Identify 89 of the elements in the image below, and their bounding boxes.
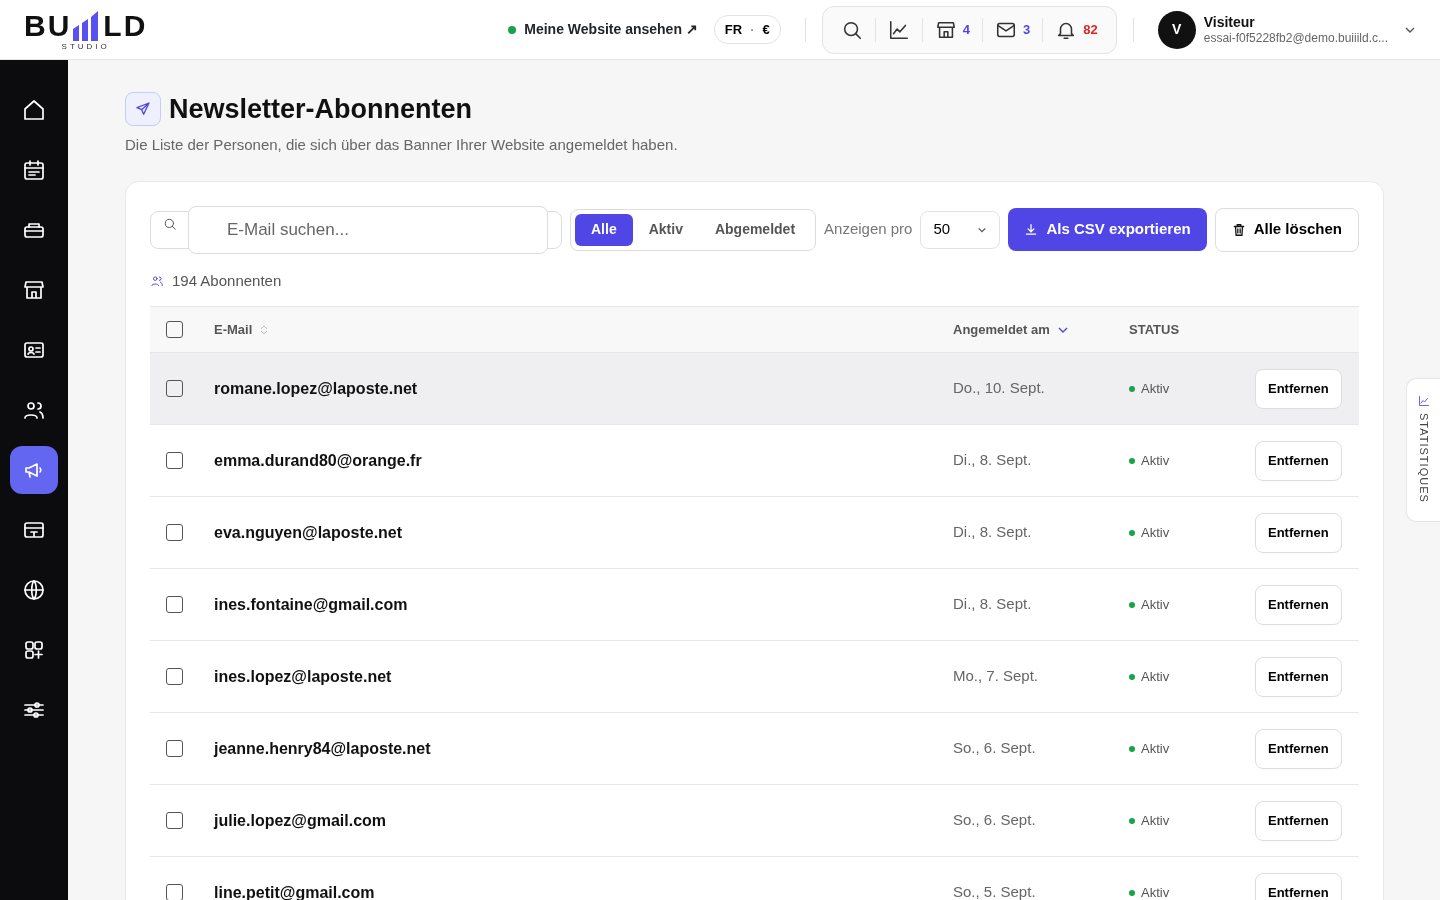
date-cell-text: So., 5. Sept. bbox=[953, 882, 1037, 900]
date-cell-text: Do., 10. Sept. bbox=[953, 378, 1046, 399]
delete-all-button[interactable]: Alle löschen bbox=[1214, 207, 1360, 252]
status-dot bbox=[1129, 745, 1135, 752]
filter-tab[interactable]: Aktiv bbox=[632, 213, 699, 246]
per-page-label: Anzeigen pro bbox=[824, 219, 913, 240]
email-cell-text: line.petit@gmail.com bbox=[213, 882, 376, 900]
remove-button[interactable]: Entfernen bbox=[1255, 656, 1342, 697]
logo-text: BU bbox=[24, 10, 72, 41]
sort-desc-icon[interactable] bbox=[1057, 325, 1068, 334]
row-checkbox[interactable] bbox=[166, 524, 183, 541]
chart-icon bbox=[887, 18, 910, 41]
statistics-tab[interactable]: STATISTIQUES bbox=[1406, 378, 1440, 522]
store-icon bbox=[22, 278, 46, 302]
date-cell-text: Mo., 7. Sept. bbox=[953, 666, 1040, 687]
email-cell-text: ines.fontaine@gmail.com bbox=[213, 594, 409, 615]
row-checkbox[interactable] bbox=[166, 740, 183, 757]
users-icon bbox=[150, 273, 164, 288]
row-checkbox[interactable] bbox=[166, 452, 183, 469]
paper-plane-icon bbox=[125, 92, 161, 126]
status-dot bbox=[1129, 385, 1135, 392]
status-dot bbox=[1129, 673, 1135, 680]
user-email: essai-f0f5228fb2@demo.buiiild.c... bbox=[1203, 30, 1388, 46]
remove-button[interactable]: Entfernen bbox=[1255, 728, 1342, 769]
status-text: Aktiv bbox=[1141, 379, 1170, 398]
status-text: Aktiv bbox=[1141, 811, 1170, 830]
filter-tab[interactable]: Alle bbox=[575, 213, 633, 246]
status-dot bbox=[1129, 529, 1135, 536]
subscriber-count: 194 Abonnenten bbox=[172, 270, 282, 291]
row-checkbox[interactable] bbox=[166, 596, 183, 613]
remove-button[interactable]: Entfernen bbox=[1255, 512, 1342, 553]
remove-button[interactable]: Entfernen bbox=[1255, 368, 1342, 409]
remove-button[interactable]: Entfernen bbox=[1255, 872, 1342, 900]
filter-tab[interactable]: Abgemeldet bbox=[698, 213, 812, 246]
email-cell-text: emma.durand80@orange.fr bbox=[213, 450, 423, 471]
chart-icon bbox=[1417, 395, 1430, 407]
remove-button[interactable]: Entfernen bbox=[1255, 440, 1342, 481]
user-avatar: V bbox=[1157, 10, 1196, 49]
email-cell-text: julie.lopez@gmail.com bbox=[212, 810, 388, 831]
search-icon bbox=[163, 216, 177, 231]
logo-subtitle: STUDIO bbox=[61, 40, 110, 53]
status-text: Aktiv bbox=[1141, 451, 1170, 470]
date-cell-text: Di., 8. Sept. bbox=[953, 450, 1033, 471]
store-button[interactable]: 4 bbox=[922, 17, 983, 42]
email-cell-text: eva.nguyen@laposte.net bbox=[213, 522, 404, 543]
logo-text: LD bbox=[103, 10, 148, 41]
email-cell-text: romane.lopez@laposte.net bbox=[213, 378, 419, 399]
date-cell-text: Di., 8. Sept. bbox=[953, 522, 1033, 543]
column-header: E-Mail bbox=[214, 320, 253, 339]
column-header: Angemeldet am bbox=[953, 320, 1050, 339]
remove-button[interactable]: Entfernen bbox=[1255, 800, 1342, 841]
status-dot bbox=[1129, 817, 1135, 824]
apps-icon bbox=[22, 638, 46, 662]
date-cell-text: So., 6. Sept. bbox=[953, 738, 1037, 759]
calendar-icon bbox=[22, 158, 46, 182]
status-text: Aktiv bbox=[1141, 883, 1170, 900]
status-dot bbox=[508, 25, 517, 34]
column-header: STATUS bbox=[1129, 320, 1181, 339]
bell-button[interactable]: 82 bbox=[1043, 17, 1110, 42]
email-cell-text: ines.lopez@laposte.net bbox=[213, 666, 393, 687]
trash-icon bbox=[1231, 222, 1246, 237]
mail-button[interactable]: 3 bbox=[983, 17, 1044, 42]
status-text: Aktiv bbox=[1141, 595, 1170, 614]
export-button[interactable]: Als CSV exportieren bbox=[1008, 208, 1207, 251]
row-checkbox[interactable] bbox=[166, 668, 183, 685]
status-text: Aktiv bbox=[1141, 523, 1170, 542]
status-text: Aktiv bbox=[1141, 739, 1170, 758]
email-cell-text: jeanne.henry84@laposte.net bbox=[212, 738, 432, 759]
date-cell-text: Di., 8. Sept. bbox=[953, 594, 1033, 615]
status-dot bbox=[1129, 889, 1135, 896]
select-all-checkbox[interactable] bbox=[166, 321, 183, 338]
page-subtitle: Die Liste der Personen, die sich über das Banner Ihrer Website angemeldet haben. bbox=[125, 135, 679, 155]
locale-button[interactable]: FR · € bbox=[713, 14, 781, 45]
row-checkbox[interactable] bbox=[166, 812, 183, 829]
sidebar-item[interactable] bbox=[10, 446, 58, 494]
status-dot bbox=[1129, 457, 1135, 464]
site-link[interactable]: Meine Website ansehen ↗ bbox=[508, 19, 698, 40]
date-cell-text: So., 6. Sept. bbox=[953, 810, 1037, 831]
home-icon bbox=[22, 98, 46, 122]
row-checkbox[interactable] bbox=[166, 380, 183, 397]
remove-button[interactable]: Entfernen bbox=[1255, 584, 1342, 625]
per-page-select[interactable]: 50 bbox=[920, 210, 1001, 249]
status-text: Aktiv bbox=[1141, 667, 1170, 686]
globe-icon bbox=[22, 578, 46, 602]
row-checkbox[interactable] bbox=[166, 884, 183, 900]
user-name: Visiteur bbox=[1203, 13, 1256, 31]
page-title: Newsletter-Abonnenten bbox=[169, 92, 473, 126]
download-icon bbox=[1024, 222, 1039, 237]
status-dot bbox=[1129, 601, 1135, 608]
